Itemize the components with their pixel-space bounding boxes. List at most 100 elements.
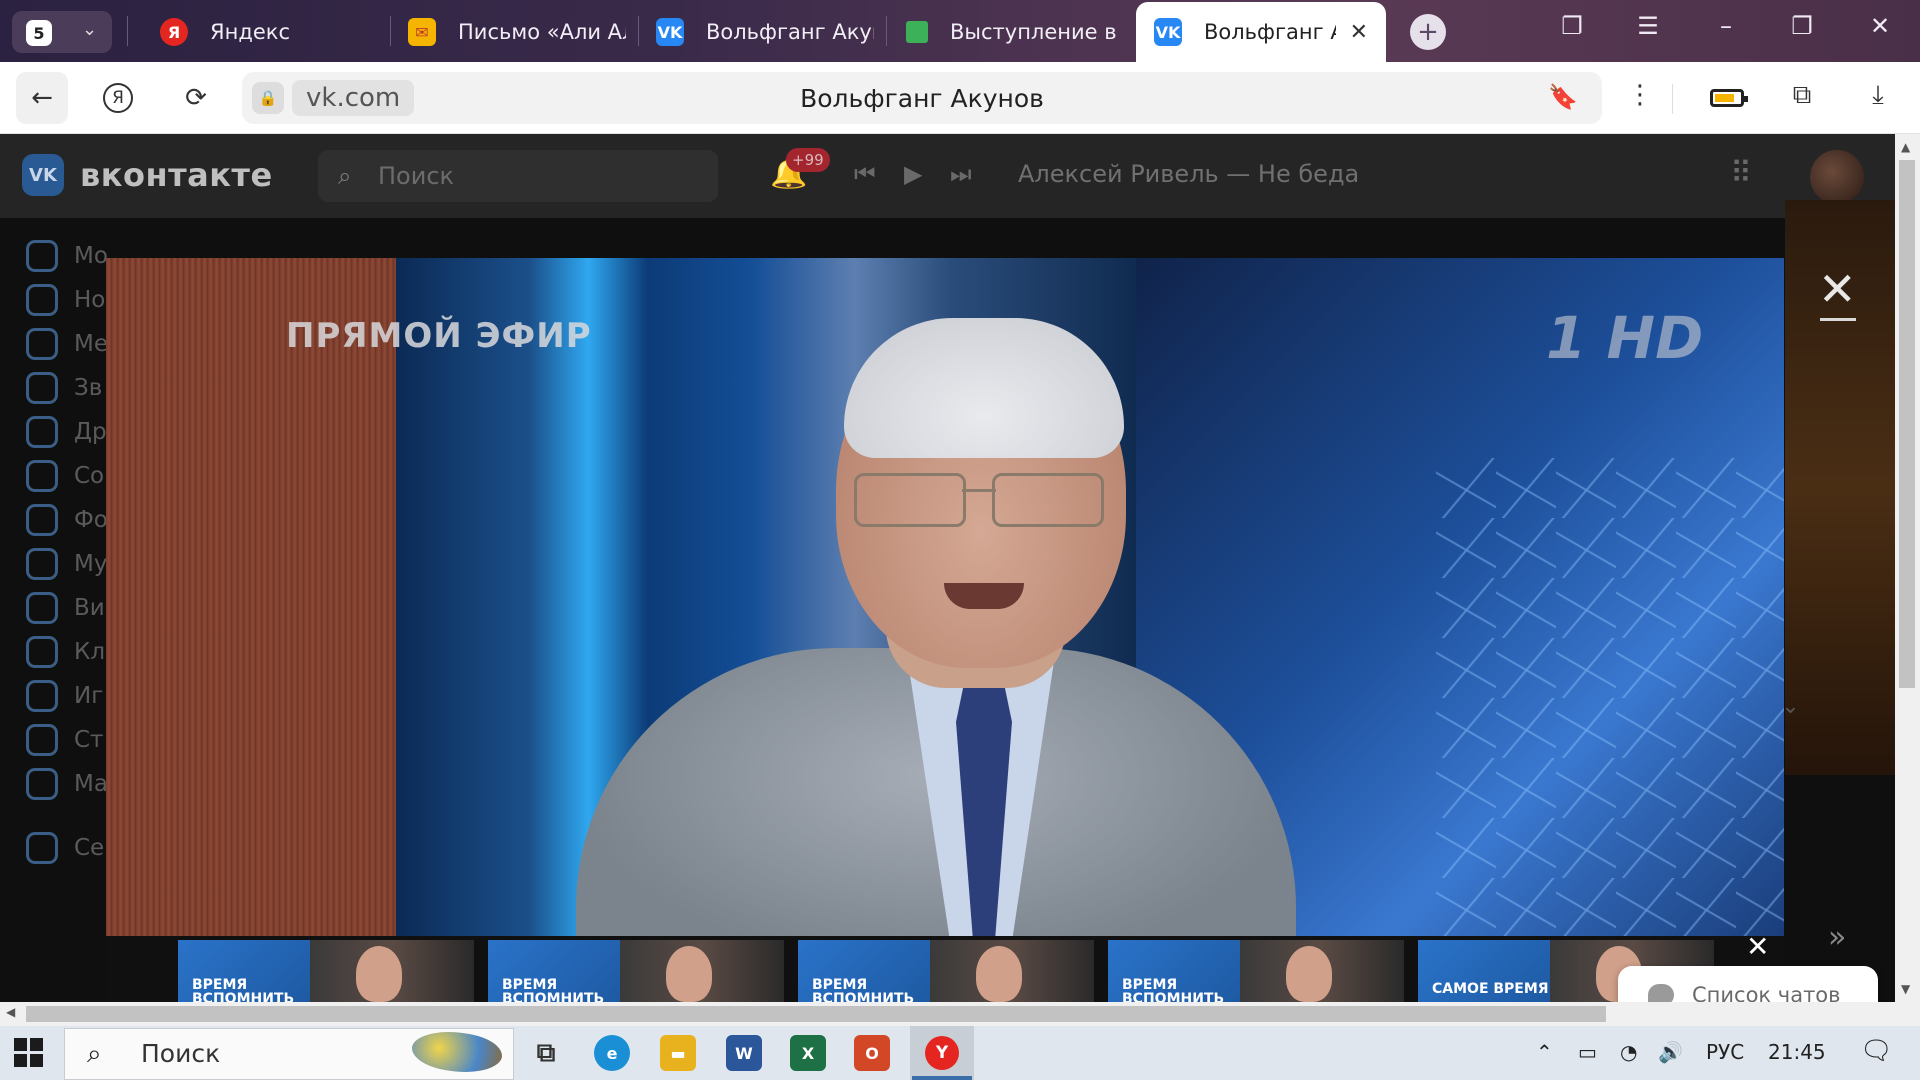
sidebar-item-clips[interactable]: Кл [26, 632, 105, 672]
tab-counter-button[interactable]: 5 ⌄ [12, 11, 112, 53]
yandex-browser-taskbar-button[interactable]: Y [910, 1026, 974, 1080]
chevron-down-icon: ⌄ [82, 19, 98, 40]
related-video-item[interactable]: ВРЕМЯ ВСПОМНИТЬ [178, 940, 474, 1002]
minimize-window-icon[interactable]: – [1706, 12, 1746, 40]
sidebar-item-news[interactable]: Но [26, 280, 105, 320]
live-broadcast-label: ПРЯМОЙ ЭФИР [286, 316, 592, 356]
vk-icon: VK [656, 18, 684, 46]
vk-logo-icon[interactable]: VK [22, 154, 64, 196]
related-video-item[interactable]: ВРЕМЯ ВСПОМНИТЬ [798, 940, 1094, 1002]
language-indicator[interactable]: РУС [1706, 1040, 1744, 1064]
sidebar-item-photos[interactable]: Фо [26, 500, 108, 540]
next-track-icon[interactable]: ⏭ [950, 160, 972, 188]
video-player[interactable]: ПРЯМОЙ ЭФИР 1 HD [106, 258, 1784, 936]
related-video-title: ВРЕМЯ ВСПОМНИТЬ [502, 977, 605, 1002]
related-video-item[interactable]: ВРЕМЯ ВСПОМНИТЬ [1108, 940, 1404, 1002]
scroll-thumb[interactable] [1899, 160, 1915, 688]
tab-label: Яндекс [210, 20, 290, 44]
scroll-up-icon[interactable]: ▲ [1901, 140, 1910, 154]
show-hidden-icons-icon[interactable]: ⌃ [1536, 1040, 1553, 1064]
related-face [1286, 946, 1332, 1002]
reload-button[interactable]: ⟳ [170, 72, 222, 124]
url-field[interactable]: 🔒 vk.com Вольфганг Акунов 🔖 [242, 72, 1602, 124]
bookmarks-panel-icon[interactable]: ❐ [1552, 12, 1592, 40]
yandex-logo-icon: Я [103, 83, 133, 113]
now-playing-track[interactable]: Алексей Ривель — Не беда [1018, 160, 1359, 188]
tab-label: Вольфганг Ак [1204, 20, 1336, 44]
vk-sidebar: Мо Но Ме Зв Др Со Фо Му Ви Кл Иг Ст Ма С… [0, 218, 110, 1002]
clock[interactable]: 21:45 [1768, 1040, 1826, 1064]
restore-window-icon[interactable]: ❐ [1782, 12, 1822, 40]
more-options-icon[interactable]: ⋮ [1620, 80, 1660, 110]
excel-icon[interactable]: X [790, 1035, 826, 1071]
notifications-icon[interactable]: 🗨 [1860, 1036, 1893, 1066]
tab-vk-1[interactable]: VK Вольфганг Акуно [656, 8, 874, 56]
related-face [356, 946, 402, 1002]
avatar[interactable] [1810, 150, 1864, 204]
tab-sheet[interactable]: Выступление в г [906, 8, 1124, 56]
tab-vk-active[interactable]: VK Вольфганг Ак ✕ [1136, 2, 1386, 62]
windows-start-icon[interactable] [14, 1038, 44, 1068]
sidebar-item-games[interactable]: Иг [26, 676, 103, 716]
apps-grid-icon[interactable]: ⠿ [1730, 156, 1752, 191]
speaker-glasses [854, 473, 1104, 529]
task-view-icon[interactable]: ⧉ [528, 1035, 564, 1071]
close-window-icon[interactable]: ✕ [1860, 12, 1900, 40]
sidebar-item-communities[interactable]: Со [26, 456, 104, 496]
toolbar-divider [1672, 84, 1673, 114]
minimize-video-icon[interactable] [1820, 318, 1856, 321]
menu-icon[interactable]: ☰ [1628, 12, 1668, 40]
vk-logo-text[interactable]: вконтакте [80, 156, 273, 194]
chevron-right-icon[interactable]: » [1828, 920, 1846, 955]
sidebar-item-profile[interactable]: Мо [26, 236, 108, 276]
sidebar-item-messages[interactable]: Ме [26, 324, 108, 364]
battery-saver-icon[interactable] [1710, 89, 1748, 107]
sidebar-item-friends[interactable]: Др [26, 412, 107, 452]
close-tab-icon[interactable]: ✕ [1350, 20, 1368, 45]
office-icon[interactable]: O [854, 1035, 890, 1071]
studio-grid-decoration [1436, 458, 1784, 936]
scroll-left-icon[interactable]: ◀ [6, 1005, 15, 1019]
sidebar-item-label: Но [74, 287, 106, 313]
tab-separator [127, 16, 128, 46]
tab-yandex[interactable]: Я Яндекс [160, 8, 380, 56]
horizontal-scrollbar[interactable]: ◀ [0, 1002, 1895, 1026]
sidebar-item-market[interactable]: Ма [26, 764, 108, 804]
camera-icon[interactable]: ▭ [1578, 1040, 1597, 1064]
network-icon[interactable]: ◔ [1620, 1040, 1637, 1064]
close-video-icon[interactable]: ✕ [1818, 262, 1857, 316]
mail-icon: ✉ [408, 18, 436, 46]
scroll-down-icon[interactable]: ▼ [1901, 982, 1910, 996]
sidebar-item-music[interactable]: Му [26, 544, 107, 584]
tab-mail[interactable]: ✉ Письмо «Али Ал [408, 8, 626, 56]
services-icon [26, 832, 58, 864]
vk-header: VK вконтакте ⌕ Поиск 🔔 +99 ⏮ ▶ ⏭ Алексей… [0, 134, 1895, 218]
search-icon: ⌕ [87, 1039, 102, 1069]
edge-icon[interactable]: e [594, 1035, 630, 1071]
previous-track-icon[interactable]: ⏮ [854, 160, 876, 188]
back-button[interactable]: ← [16, 72, 68, 124]
related-face [666, 946, 712, 1002]
related-video-item[interactable]: ВРЕМЯ ВСПОМНИТЬ [488, 940, 784, 1002]
scroll-thumb[interactable] [26, 1006, 1606, 1022]
studio-background-left [106, 258, 396, 936]
collections-icon[interactable]: ⧉ [1782, 80, 1822, 111]
close-related-icon[interactable]: ✕ [1746, 930, 1769, 963]
downloads-icon[interactable]: ⤓ [1858, 80, 1898, 111]
sidebar-item-calls[interactable]: Зв [26, 368, 102, 408]
tab-separator [638, 16, 639, 46]
sidebar-item-stickers[interactable]: Ст [26, 720, 103, 760]
file-explorer-icon[interactable]: ▬ [660, 1035, 696, 1071]
vk-search-input[interactable]: ⌕ Поиск [318, 150, 718, 202]
new-tab-button[interactable]: + [1410, 14, 1446, 50]
sidebar-item-label: Ст [74, 727, 104, 753]
word-icon[interactable]: W [726, 1035, 762, 1071]
sidebar-item-services[interactable]: Се [26, 828, 104, 868]
play-icon[interactable]: ▶ [904, 160, 922, 188]
volume-icon[interactable]: 🔊 [1658, 1040, 1683, 1064]
sheet-icon [906, 21, 928, 43]
bookmark-icon[interactable]: 🔖 [1548, 83, 1578, 111]
sidebar-item-video[interactable]: Ви [26, 588, 105, 628]
yandex-home-button[interactable]: Я [92, 72, 144, 124]
vertical-scrollbar[interactable]: ▲ ▼ [1895, 134, 1920, 1002]
